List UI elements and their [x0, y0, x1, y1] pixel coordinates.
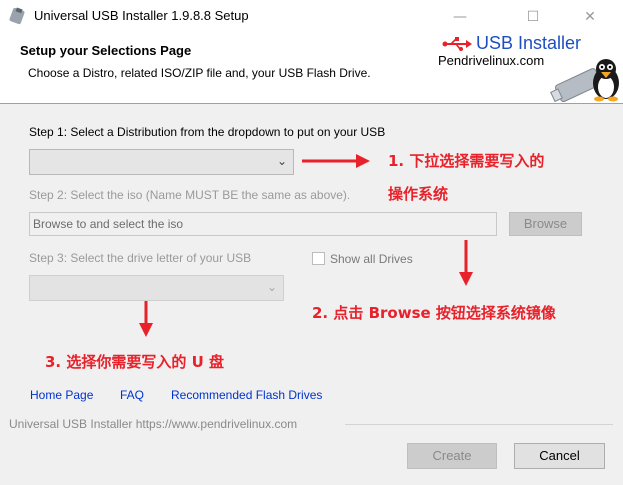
close-button[interactable]: ✕	[567, 0, 613, 33]
logo-site: Pendrivelinux.com	[438, 53, 545, 68]
show-all-drives-label: Show all Drives	[330, 252, 413, 266]
annotation-step3: 3. 选择你需要写入的 U 盘	[45, 353, 224, 371]
header-panel: Setup your Selections Page Choose a Dist…	[0, 33, 623, 104]
arrow-down-icon	[459, 240, 473, 286]
arrow-right-icon	[302, 154, 370, 168]
minimize-button[interactable]: —	[437, 0, 483, 33]
step1-label: Step 1: Select a Distribution from the d…	[29, 125, 386, 139]
page-title: Setup your Selections Page	[20, 43, 192, 58]
window-title: Universal USB Installer 1.9.8.8 Setup	[34, 8, 249, 23]
page-subtitle: Choose a Distro, related ISO/ZIP file an…	[28, 66, 371, 80]
penguin-usb-icon	[550, 59, 619, 103]
browse-button[interactable]: Browse	[509, 212, 582, 236]
recommended-flash-drives-link[interactable]: Recommended Flash Drives	[171, 388, 322, 402]
annotation-step1-line2: 操作系统	[388, 185, 449, 203]
cancel-button[interactable]: Cancel	[514, 443, 605, 469]
chevron-down-icon: ⌄	[266, 280, 277, 294]
installer-window: Universal USB Installer 1.9.8.8 Setup — …	[0, 0, 623, 485]
arrow-down-icon	[139, 301, 153, 337]
chevron-down-icon: ⌄	[276, 154, 287, 168]
maximize-button[interactable]: ☐	[510, 0, 556, 33]
footer-divider	[345, 424, 613, 425]
logo-title: USB Installer	[476, 33, 582, 53]
annotation-step2: 2. 点击 Browse 按钮选择系统镜像	[312, 304, 556, 322]
pendrivelinux-logo: USB Installer Pendrivelinux.com	[438, 33, 623, 103]
title-bar: Universal USB Installer 1.9.8.8 Setup — …	[0, 0, 623, 33]
create-button[interactable]: Create	[407, 443, 497, 469]
footer-branding: Universal USB Installer https://www.pend…	[9, 417, 298, 431]
usb-symbol-icon	[442, 37, 472, 51]
distribution-dropdown[interactable]: ⌄	[29, 149, 294, 175]
step3-label: Step 3: Select the drive letter of your …	[29, 251, 252, 265]
usb-app-icon	[9, 7, 25, 25]
show-all-drives-checkbox[interactable]	[312, 252, 325, 265]
drive-letter-dropdown[interactable]: ⌄	[29, 275, 284, 301]
faq-link[interactable]: FAQ	[120, 388, 144, 402]
step2-label: Step 2: Select the iso (Name MUST BE the…	[29, 188, 351, 202]
home-page-link[interactable]: Home Page	[30, 388, 93, 402]
iso-path-field[interactable]: Browse to and select the iso	[29, 212, 497, 236]
annotation-step1-line1: 1. 下拉选择需要写入的	[388, 152, 545, 170]
